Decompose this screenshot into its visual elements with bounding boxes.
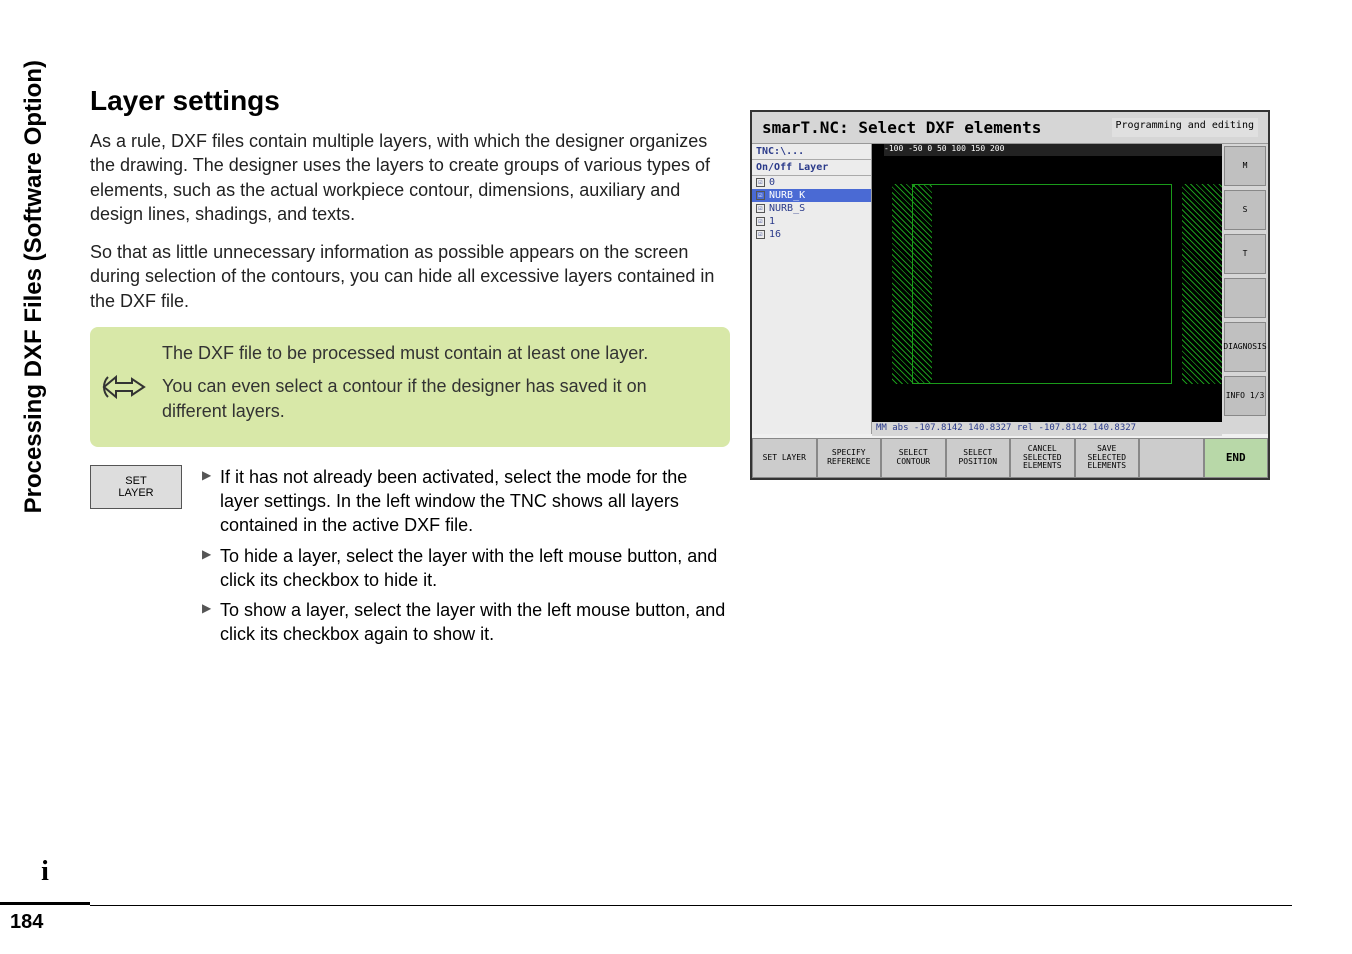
note-text: The DXF file to be processed must contai… xyxy=(162,341,712,425)
layer-checkbox-icon[interactable]: ☑ xyxy=(756,230,765,239)
layer-row-0[interactable]: ☑ 0 xyxy=(752,176,871,189)
rbtn-info[interactable]: INFO 1/3 xyxy=(1224,376,1266,416)
softkey-line1: SET xyxy=(125,475,146,487)
rbtn-t[interactable]: T xyxy=(1224,234,1266,274)
hand-point-icon xyxy=(102,369,146,405)
layer-name: 1 xyxy=(769,216,775,227)
skey-save-selected[interactable]: SAVE SELECTED ELEMENTS xyxy=(1075,438,1140,478)
softkey-line2: LAYER xyxy=(118,487,153,499)
note-line-1: The DXF file to be processed must contai… xyxy=(162,341,712,366)
layer-row-nurb-k[interactable]: ☑ NURB_K xyxy=(752,189,871,202)
softkey-bar: SET LAYER SPECIFY REFERENCE SELECT CONTO… xyxy=(752,438,1268,478)
paragraph-1: As a rule, DXF files contain multiple la… xyxy=(90,129,730,226)
layer-name: 0 xyxy=(769,177,775,188)
layer-checkbox-icon[interactable]: ☑ xyxy=(756,204,765,213)
layer-checkbox-icon[interactable]: ☑ xyxy=(756,191,765,200)
skey-blank[interactable] xyxy=(1139,438,1204,478)
instruction-block: SET LAYER If it has not already been act… xyxy=(90,465,730,653)
note-line-2: You can even select a contour if the des… xyxy=(162,374,712,424)
hatch-right xyxy=(1182,184,1222,384)
screen-title-bar: smarT.NC: Select DXF elements Programmin… xyxy=(752,112,1268,144)
layer-name: NURB_S xyxy=(769,203,805,214)
layer-row-16[interactable]: ☑ 16 xyxy=(752,228,871,241)
heading-layer-settings: Layer settings xyxy=(90,85,730,117)
screen-title: smarT.NC: Select DXF elements xyxy=(762,118,1041,137)
layer-row-nurb-s[interactable]: ☑ NURB_S xyxy=(752,202,871,215)
skey-select-position[interactable]: SELECT POSITION xyxy=(946,438,1011,478)
screen-mode: Programming and editing xyxy=(1112,118,1258,137)
instruction-list: If it has not already been activated, se… xyxy=(202,465,730,653)
rbtn-blank[interactable] xyxy=(1224,278,1266,318)
layer-name: 16 xyxy=(769,229,781,240)
footer-rule xyxy=(90,905,1292,906)
status-bar: MM abs -107.8142 140.8327 rel -107.8142 … xyxy=(872,422,1222,436)
main-content: Layer settings As a rule, DXF files cont… xyxy=(90,85,730,653)
tnc-path: TNC:\... xyxy=(752,144,871,160)
rbtn-s[interactable]: S xyxy=(1224,190,1266,230)
instruction-2: To hide a layer, select the layer with t… xyxy=(202,544,730,593)
instruction-1: If it has not already been activated, se… xyxy=(202,465,730,538)
skey-cancel-selected[interactable]: CANCEL SELECTED ELEMENTS xyxy=(1010,438,1075,478)
layer-name: NURB_K xyxy=(769,190,805,201)
layer-row-1[interactable]: ☑ 1 xyxy=(752,215,871,228)
cad-contour xyxy=(912,184,1172,384)
cad-view[interactable]: -100 -50 0 50 100 150 200 xyxy=(872,144,1222,434)
screen-main: TNC:\... On/Off Layer ☑ 0 ☑ NURB_K ☑ NUR… xyxy=(752,144,1268,434)
skey-end[interactable]: END xyxy=(1204,438,1269,478)
note-box: The DXF file to be processed must contai… xyxy=(90,327,730,447)
info-icon: i xyxy=(25,852,65,892)
sidebar-chapter-label: Processing DXF Files (Software Option) xyxy=(20,60,48,513)
instruction-3: To show a layer, select the layer with t… xyxy=(202,598,730,647)
layer-checkbox-icon[interactable]: ☑ xyxy=(756,178,765,187)
rbtn-m[interactable]: M xyxy=(1224,146,1266,186)
layer-panel: TNC:\... On/Off Layer ☑ 0 ☑ NURB_K ☑ NUR… xyxy=(752,144,872,434)
softkey-set-layer: SET LAYER xyxy=(90,465,182,509)
rbtn-diagnosis[interactable]: DIAGNOSIS xyxy=(1224,322,1266,372)
page-number: 184 xyxy=(0,902,90,954)
layer-header: On/Off Layer xyxy=(752,160,871,176)
ruler-top: -100 -50 0 50 100 150 200 xyxy=(884,144,1222,156)
tnc-screenshot: smarT.NC: Select DXF elements Programmin… xyxy=(750,110,1270,480)
paragraph-2: So that as little unnecessary informatio… xyxy=(90,240,730,313)
right-button-column: M S T DIAGNOSIS INFO 1/3 xyxy=(1222,144,1268,434)
page-footer: i 184 xyxy=(0,834,90,954)
layer-checkbox-icon[interactable]: ☑ xyxy=(756,217,765,226)
skey-set-layer[interactable]: SET LAYER xyxy=(752,438,817,478)
skey-select-contour[interactable]: SELECT CONTOUR xyxy=(881,438,946,478)
skey-specify-reference[interactable]: SPECIFY REFERENCE xyxy=(817,438,882,478)
